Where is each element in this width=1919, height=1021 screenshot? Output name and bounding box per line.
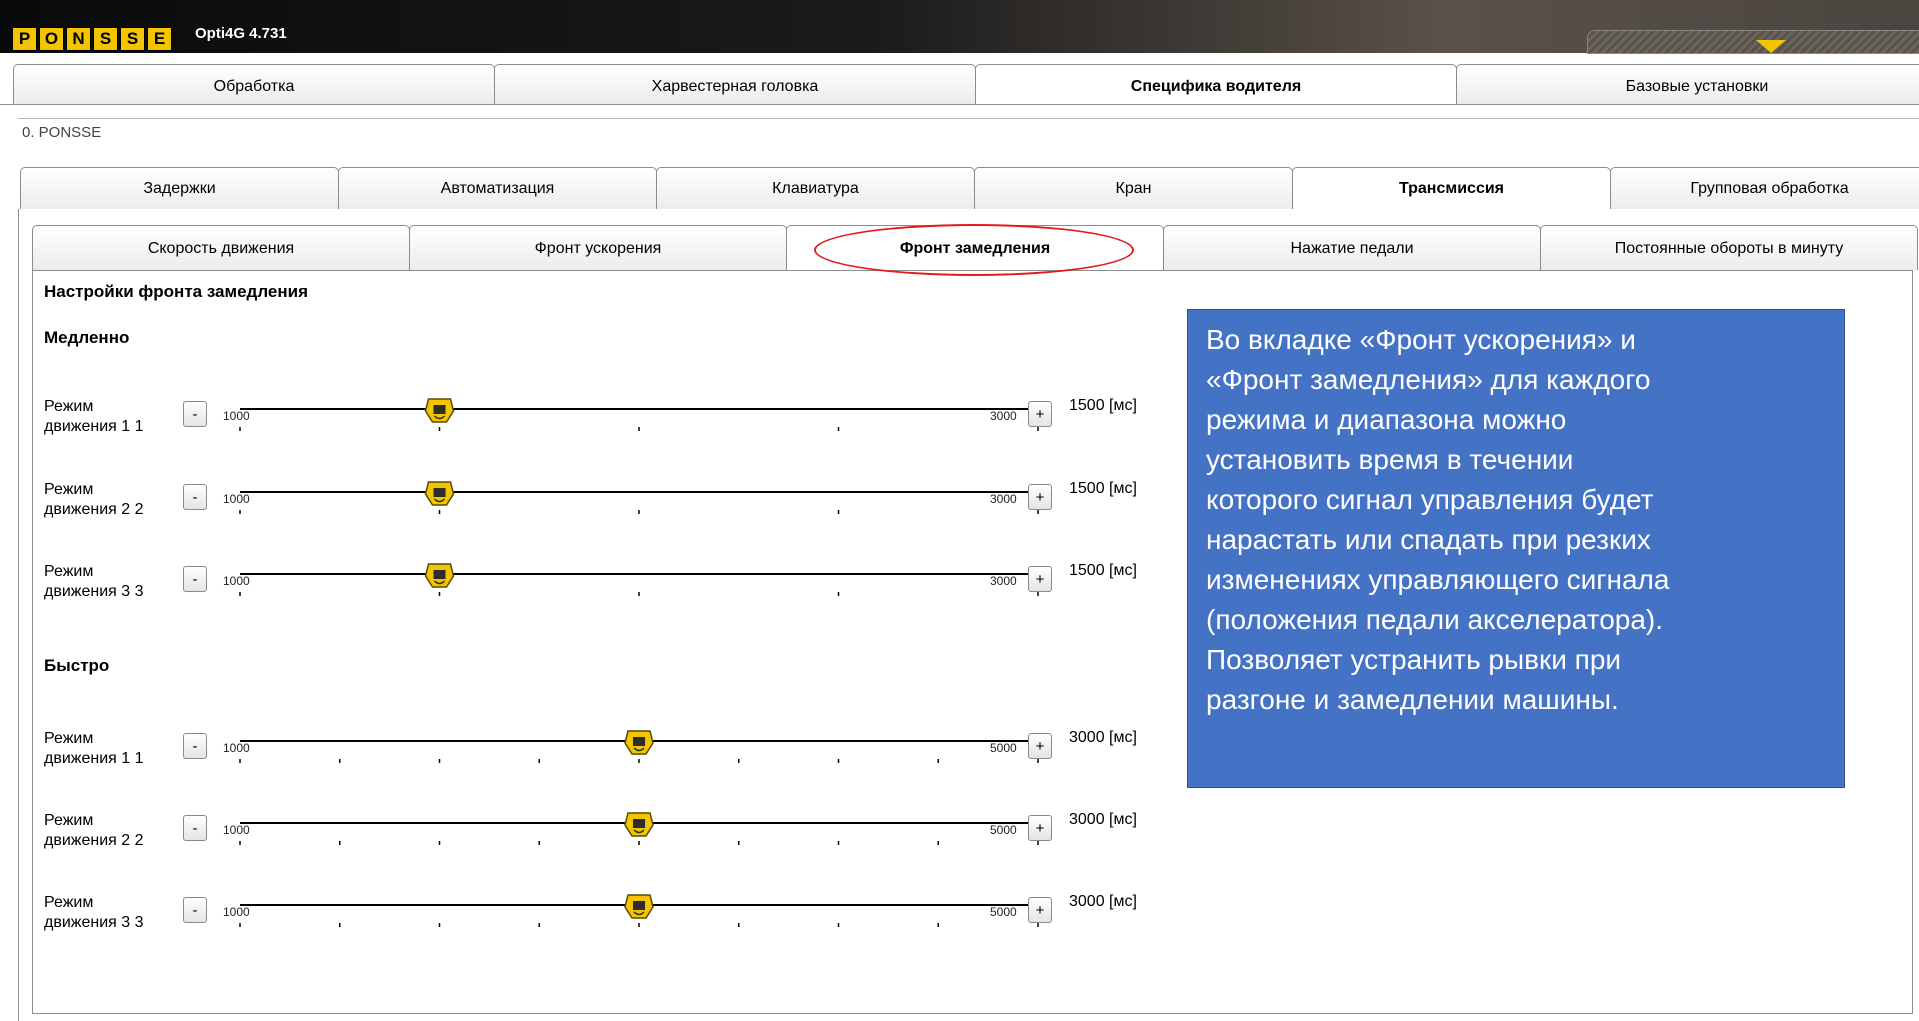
- increase-button[interactable]: +: [1028, 815, 1052, 841]
- tab-automation[interactable]: Автоматизация: [338, 167, 657, 209]
- info-line: нарастать или спадать при резких: [1206, 524, 1651, 555]
- slider-track[interactable]: [44, 397, 1044, 457]
- slider-row: Режим движения 2 2-1000 3000 +1500 [мс]: [44, 480, 1144, 540]
- slider-thumb[interactable]: [624, 812, 654, 837]
- slider-thumb[interactable]: [424, 398, 455, 423]
- main-tab-bar: Обработка Харвестерная головка Специфика…: [13, 64, 1919, 104]
- info-line: режима и диапазона можно: [1206, 404, 1567, 435]
- info-line: разгоне и замедлении машины.: [1206, 684, 1619, 715]
- slider-max-label: 3000: [990, 492, 1017, 506]
- slider-value: 3000 [мс]: [1069, 893, 1137, 910]
- group-title-fast: Быстро: [44, 656, 110, 675]
- info-line: которого сигнал управления будет: [1206, 484, 1654, 515]
- operator-path: 0. PONSSE: [18, 118, 1919, 148]
- logo-letter: S: [93, 27, 118, 51]
- slider-max-label: 3000: [990, 409, 1017, 423]
- info-line: «Фронт замедления» для каждого: [1206, 364, 1651, 395]
- slider-thumb[interactable]: [424, 563, 455, 588]
- tab-processing[interactable]: Обработка: [13, 64, 495, 104]
- info-line: Во вкладке «Фронт ускорения» и: [1206, 324, 1636, 355]
- slider-value: 1500 [мс]: [1069, 562, 1137, 579]
- slider-row: Режим движения 1 1-1000 5000 +3000 [мс]: [44, 729, 1144, 789]
- slider-row: Режим движения 1 1-1000 3000 +1500 [мс]: [44, 397, 1144, 457]
- increase-button[interactable]: +: [1028, 733, 1052, 759]
- tab-crane[interactable]: Кран: [974, 167, 1293, 209]
- title-bar: P O N S S E Opti4G 4.731: [0, 0, 1919, 54]
- slider-row: Режим движения 2 2-1000 5000 +3000 [мс]: [44, 811, 1144, 871]
- chevron-down-icon[interactable]: [1756, 40, 1786, 53]
- increase-button[interactable]: +: [1028, 566, 1052, 592]
- info-line: изменениях управляющего сигнала: [1206, 564, 1670, 595]
- slider-value: 1500 [мс]: [1069, 480, 1137, 497]
- slider-track[interactable]: [44, 729, 1044, 789]
- slider-thumb[interactable]: [424, 481, 455, 506]
- tab-operator-specific[interactable]: Специфика водителя: [975, 64, 1457, 104]
- tab-delays[interactable]: Задержки: [20, 167, 339, 209]
- tab-constant-rpm[interactable]: Постоянные обороты в минуту: [1540, 225, 1918, 270]
- slider-value: 3000 [мс]: [1069, 811, 1137, 828]
- app-version: Opti4G 4.731: [195, 25, 287, 42]
- logo-letter: N: [66, 27, 91, 51]
- slider-track[interactable]: [44, 480, 1044, 540]
- increase-button[interactable]: +: [1028, 401, 1052, 427]
- slider-max-label: 5000: [990, 905, 1017, 919]
- section-title: Настройки фронта замедления: [44, 282, 308, 301]
- increase-button[interactable]: +: [1028, 897, 1052, 923]
- info-line: (положения педали акселератора).: [1206, 604, 1664, 635]
- tab-drive-speed[interactable]: Скорость движения: [32, 225, 410, 270]
- info-line: Позволяет устранить рывки при: [1206, 644, 1622, 675]
- sub-tab-bar: Задержки Автоматизация Клавиатура Кран Т…: [20, 167, 1919, 209]
- slider-track[interactable]: [44, 562, 1044, 622]
- slider-row: Режим движения 3 3-1000 5000 +3000 [мс]: [44, 893, 1144, 953]
- slider-thumb[interactable]: [624, 894, 654, 919]
- slider-value: 3000 [мс]: [1069, 729, 1137, 746]
- logo-letter: S: [120, 27, 145, 51]
- tab-pedal-press[interactable]: Нажатие педали: [1163, 225, 1541, 270]
- tab-transmission[interactable]: Трансмиссия: [1292, 167, 1611, 209]
- increase-button[interactable]: +: [1028, 484, 1052, 510]
- slider-track[interactable]: [44, 893, 1044, 953]
- logo-letter: E: [147, 27, 172, 51]
- tab-group-processing[interactable]: Групповая обработка: [1610, 167, 1919, 209]
- slider-track[interactable]: [44, 811, 1044, 871]
- tab-divider: [0, 104, 1919, 105]
- transmission-tab-bar: Скорость движения Фронт ускорения Фронт …: [32, 225, 1918, 270]
- slider-max-label: 5000: [990, 741, 1017, 755]
- slider-thumb[interactable]: [624, 730, 654, 755]
- group-title-slow: Медленно: [44, 328, 130, 347]
- menu-button[interactable]: [1587, 30, 1919, 54]
- info-callout: Во вкладке «Фронт ускорения» и «Фронт за…: [1187, 309, 1845, 788]
- logo-letter: P: [12, 27, 37, 51]
- ponsse-logo: P O N S S E: [12, 27, 172, 51]
- slider-max-label: 5000: [990, 823, 1017, 837]
- tab-keyboard[interactable]: Клавиатура: [656, 167, 975, 209]
- tab-basic-settings[interactable]: Базовые установки: [1456, 64, 1919, 104]
- slider-row: Режим движения 3 3-1000 3000 +1500 [мс]: [44, 562, 1144, 622]
- tab-deceleration-ramp[interactable]: Фронт замедления: [786, 225, 1164, 270]
- tab-harvester-head[interactable]: Харвестерная головка: [494, 64, 976, 104]
- logo-letter: O: [39, 27, 64, 51]
- slider-value: 1500 [мс]: [1069, 397, 1137, 414]
- tab-acceleration-ramp[interactable]: Фронт ускорения: [409, 225, 787, 270]
- info-line: установить время в течении: [1206, 444, 1574, 475]
- slider-max-label: 3000: [990, 574, 1017, 588]
